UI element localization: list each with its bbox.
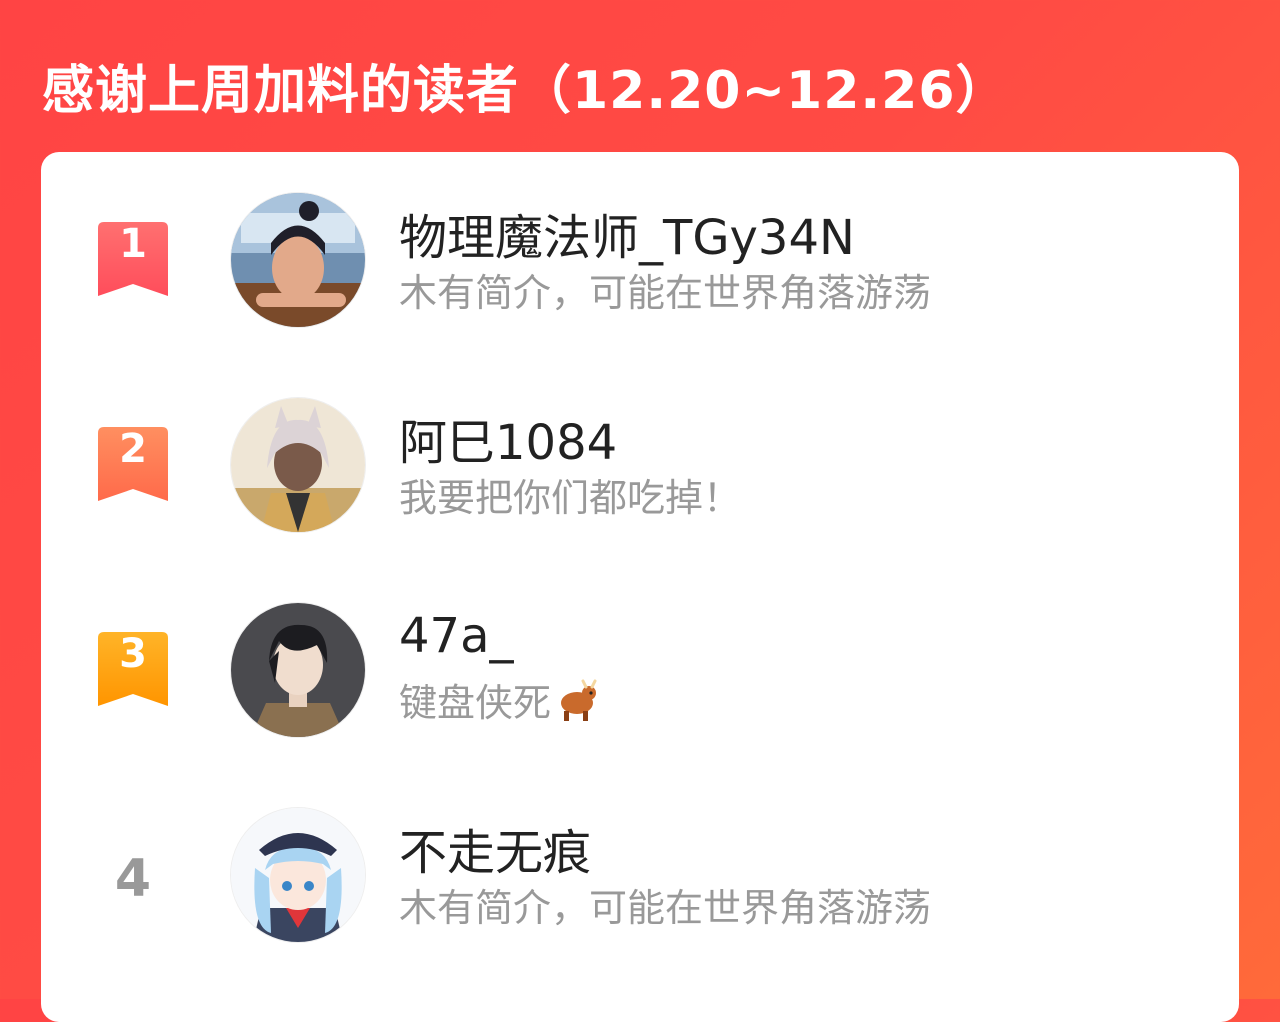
reader-bio: 木有简介，可能在世界角落游荡 <box>399 271 932 315</box>
reader-list: 1 物理魔法师_TGy34N 木有简介，可能在世界角落游荡 2 阿巳1084 我… <box>41 152 1239 1022</box>
reader-name[interactable]: 阿巳1084 <box>399 403 617 473</box>
reader-name[interactable]: 47a_ <box>399 608 514 664</box>
reader-bio: 木有简介，可能在世界角落游荡 <box>399 886 932 930</box>
rank-number: 3 <box>119 631 147 677</box>
rank-number: 4 <box>114 849 152 909</box>
avatar[interactable] <box>230 192 366 328</box>
avatar[interactable] <box>230 807 366 943</box>
avatar[interactable] <box>230 397 366 533</box>
avatar[interactable] <box>230 602 366 738</box>
reader-bio-text: 键盘侠死 <box>399 681 552 725</box>
reader-name[interactable]: 不走无痕 <box>399 813 591 883</box>
rank-number: 1 <box>119 221 147 267</box>
rank-badge: 3 <box>98 632 168 706</box>
reader-bio: 我要把你们都吃掉！ <box>399 476 742 520</box>
list-item[interactable]: 2 阿巳1084 我要把你们都吃掉！ <box>41 397 1239 537</box>
ox-icon <box>555 679 599 732</box>
reader-bio: 键盘侠死 <box>399 672 599 732</box>
rank-number: 2 <box>119 426 147 472</box>
list-item[interactable]: 3 47a_ 键盘侠死 <box>41 602 1239 742</box>
list-item[interactable]: 4 不走无痕 木有简介，可能在世界角落游荡 <box>41 807 1239 947</box>
reader-name[interactable]: 物理魔法师_TGy34N <box>399 198 855 268</box>
list-item[interactable]: 1 物理魔法师_TGy34N 木有简介，可能在世界角落游荡 <box>41 192 1239 332</box>
rank-badge: 1 <box>98 222 168 296</box>
page-title: 感谢上周加料的读者（12.20~12.26） <box>42 61 1009 121</box>
rank-badge: 2 <box>98 427 168 501</box>
